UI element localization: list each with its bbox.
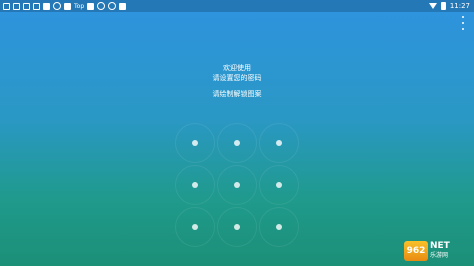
pattern-dot xyxy=(192,224,198,230)
pattern-lock-grid[interactable] xyxy=(175,123,299,247)
pattern-node[interactable] xyxy=(217,165,257,205)
clock: 11:27 xyxy=(449,2,470,10)
pattern-node[interactable] xyxy=(175,207,215,247)
pattern-node[interactable] xyxy=(259,165,299,205)
pattern-dot xyxy=(192,140,198,146)
wifi-icon xyxy=(428,3,437,9)
pattern-dot xyxy=(276,224,282,230)
notification-icon xyxy=(23,2,30,10)
welcome-message: 欢迎使用 请设置您的密码 xyxy=(0,63,474,83)
pattern-node[interactable] xyxy=(259,123,299,163)
pattern-dot xyxy=(276,140,282,146)
pattern-hint: 请绘制解锁图案 xyxy=(212,90,262,98)
status-app-label: Top xyxy=(74,2,85,10)
pattern-node[interactable] xyxy=(217,123,257,163)
pattern-node[interactable] xyxy=(175,123,215,163)
pattern-dot xyxy=(234,182,240,188)
pattern-dot xyxy=(234,140,240,146)
notification-icon xyxy=(108,2,117,10)
app-bar xyxy=(0,12,474,34)
pattern-dot xyxy=(234,224,240,230)
overflow-menu-icon[interactable] xyxy=(460,16,466,30)
watermark-net: NET xyxy=(430,241,450,251)
status-bar-left: Top xyxy=(0,2,127,10)
watermark-badge: 962 xyxy=(404,241,428,261)
pattern-node[interactable] xyxy=(175,165,215,205)
notification-icon xyxy=(97,2,106,10)
welcome-title: 欢迎使用 xyxy=(223,64,251,72)
pattern-node[interactable] xyxy=(259,207,299,247)
status-bar-right: 11:27 xyxy=(428,2,474,10)
notification-icon xyxy=(33,2,40,10)
notification-icon xyxy=(53,2,61,10)
notification-icon xyxy=(13,2,20,10)
status-bar: Top 11:27 xyxy=(0,0,474,12)
welcome-subtitle: 请设置您的密码 xyxy=(212,74,262,82)
pattern-dot xyxy=(276,182,282,188)
watermark-cn: 乐游网 xyxy=(430,252,449,259)
notification-icon xyxy=(43,2,50,10)
notification-icon xyxy=(3,2,10,10)
notification-icon xyxy=(87,2,95,10)
notification-icon xyxy=(64,2,71,10)
watermark-logo: 962 NET 乐游网 xyxy=(404,239,470,263)
battery-icon xyxy=(440,2,446,10)
watermark-text: NET 乐游网 xyxy=(430,242,450,260)
pattern-dot xyxy=(192,182,198,188)
notification-icon xyxy=(119,2,127,10)
pattern-node[interactable] xyxy=(217,207,257,247)
